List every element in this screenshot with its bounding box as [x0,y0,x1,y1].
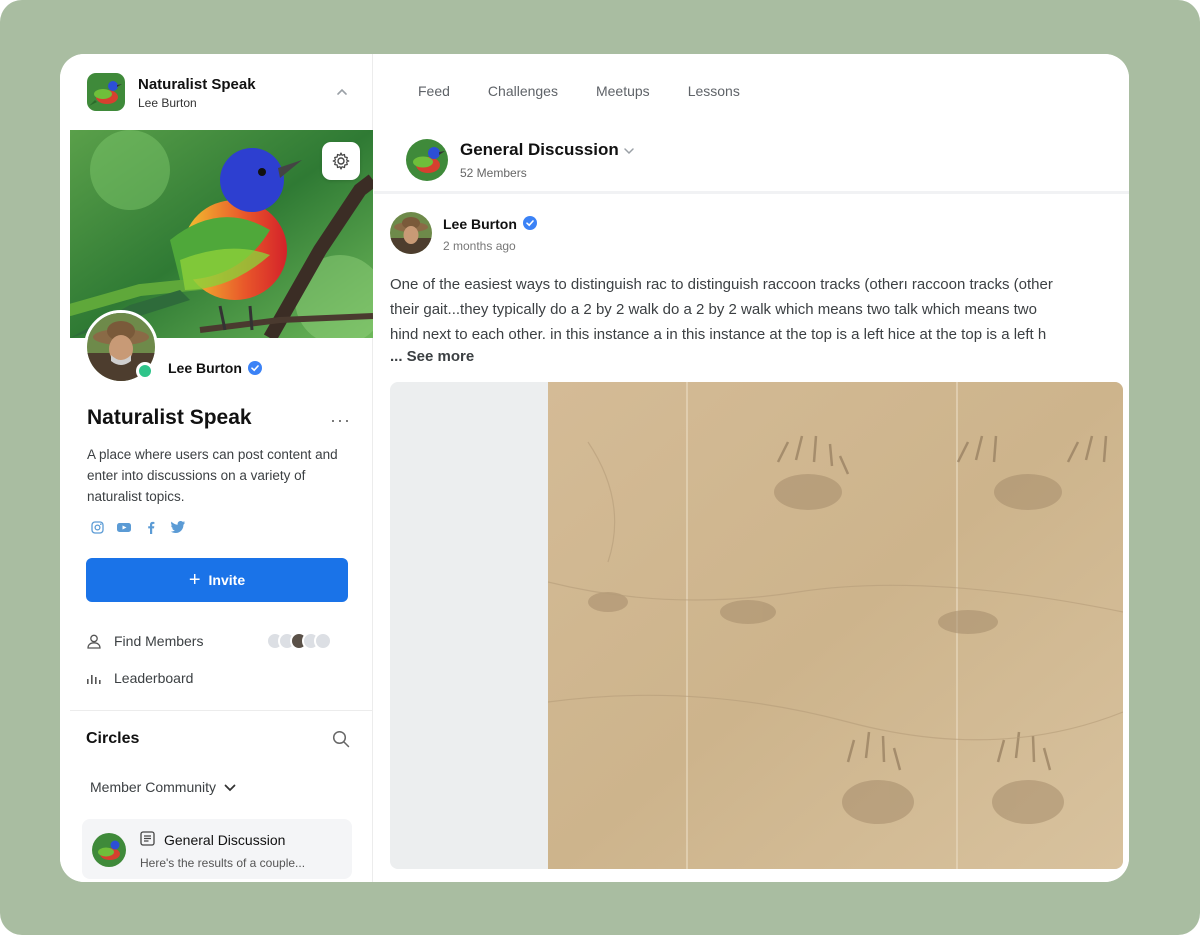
owner-name: Lee Burton [138,96,197,110]
search-icon[interactable] [332,730,350,748]
verified-badge-icon [248,361,262,375]
group-title[interactable]: General Discussion [460,140,619,160]
social-links [90,520,185,534]
circle-item-general-discussion[interactable]: General Discussion Here's the results of… [82,819,352,879]
user-name: Lee Burton [168,360,242,376]
group-member-count: 52 Members [460,166,527,180]
post-body-line: One of the easiest ways to distinguish r… [390,276,1053,293]
post-image[interactable] [390,382,1123,869]
raccoon-tracks-photo [548,382,1123,869]
header-divider [374,191,1129,194]
verified-badge-icon [523,216,537,230]
gear-icon [332,152,350,170]
chevron-down-icon[interactable] [622,144,636,158]
tab-meetups[interactable]: Meetups [596,83,650,99]
circle-logo [92,833,126,867]
feed-post: Lee Burton 2 months ago One of the easie… [374,196,1129,882]
online-status-dot [136,362,154,380]
top-tabs: Feed Challenges Meetups Lessons [418,83,740,99]
member-community-dropdown[interactable]: Member Community [90,779,236,795]
see-more-link[interactable]: ... See more [390,348,474,365]
sidebar-item-leaderboard[interactable]: Leaderboard [86,667,193,689]
community-title: Naturalist Speak [87,406,252,429]
post-body-line: their gait...they typically do a 2 by 2 … [390,301,1037,318]
facebook-icon[interactable] [144,520,158,534]
circles-heading: Circles [86,730,140,747]
tab-feed[interactable]: Feed [418,83,450,99]
youtube-icon[interactable] [117,520,131,534]
tab-challenges[interactable]: Challenges [488,83,558,99]
more-options-icon[interactable]: ··· [330,410,351,431]
post-body: One of the easiest ways to distinguish r… [390,272,1125,344]
instagram-icon[interactable] [90,520,104,534]
sidebar-divider [70,710,373,711]
tab-lessons[interactable]: Lessons [688,83,740,99]
twitter-icon[interactable] [171,520,185,534]
circle-snippet: Here's the results of a couple... [140,856,306,870]
chevron-up-icon[interactable] [332,82,352,102]
chevron-down-icon [224,779,236,795]
invite-button[interactable]: + Invite [86,558,348,602]
community-switcher[interactable]: Naturalist Speak Lee Burton [60,54,373,129]
user-icon [86,633,102,649]
member-community-label: Member Community [90,779,217,795]
member-avatars[interactable] [266,632,332,650]
sidebar-item-find-members[interactable]: Find Members [86,630,203,652]
group-logo [406,139,448,181]
plus-icon: + [188,569,201,591]
circle-title: General Discussion [164,832,286,848]
app-window: Naturalist Speak Lee Burton Lee Burton N… [60,54,1129,882]
user-avatar[interactable] [84,310,158,384]
sidebar: Naturalist Speak Lee Burton Lee Burton N… [60,54,373,882]
group-header: General Discussion 52 Members [374,130,1129,190]
bar-chart-icon [86,670,102,686]
post-timestamp: 2 months ago [443,239,516,253]
community-description: A place where users can post content and… [87,447,338,504]
app-name: Naturalist Speak [138,76,256,93]
main-content: Feed Challenges Meetups Lessons General … [374,54,1129,882]
find-members-label: Find Members [114,633,204,649]
post-feed-icon [140,831,155,846]
leaderboard-label: Leaderboard [114,670,194,686]
post-author-avatar[interactable] [390,212,432,254]
member-avatar [314,632,332,650]
post-body-line: hind next to each other. in this instanc… [390,326,1047,343]
cover-settings-button[interactable] [322,142,360,180]
community-logo [87,73,125,111]
post-author-name[interactable]: Lee Burton [443,216,517,232]
invite-label: Invite [208,572,246,588]
